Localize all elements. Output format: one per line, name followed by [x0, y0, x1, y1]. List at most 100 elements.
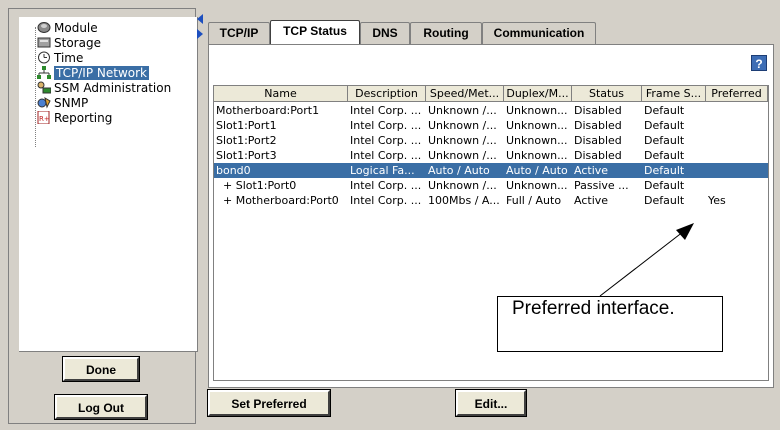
table-cell: [708, 103, 768, 118]
table-cell: Auto / Auto: [506, 164, 568, 177]
column-header-preferred[interactable]: Preferred: [706, 86, 768, 102]
table-cell: Active: [574, 194, 609, 207]
table-cell: Intel Corp. ...: [350, 194, 422, 207]
table-cell: Unknown /...: [428, 149, 497, 162]
tree-item-label: SSM Administration: [54, 81, 172, 95]
logout-button[interactable]: Log Out: [55, 395, 147, 419]
table-cell: Unknown...: [506, 104, 568, 117]
tree-item-tcpip-network[interactable]: TCP/IP Network: [37, 66, 149, 81]
column-header-duplex[interactable]: Duplex/M...: [504, 86, 572, 102]
table-cell: [708, 178, 768, 193]
table-cell: Unknown...: [506, 119, 568, 132]
table-cell: [708, 118, 768, 133]
table-cell: bond0: [216, 164, 251, 177]
table-row[interactable]: Slot1:Port1 Intel Corp. ... Unknown /... Un…: [214, 118, 768, 133]
callout-box: Preferred interface.: [497, 296, 723, 352]
table-cell: + Motherboard:Port0: [216, 194, 339, 207]
tree-item-time[interactable]: Time: [37, 51, 83, 66]
table-cell: Unknown /...: [428, 134, 497, 147]
tree-item-label: Module: [54, 21, 98, 35]
tab-communication[interactable]: Communication: [482, 22, 596, 44]
table-cell: Disabled: [574, 104, 622, 117]
navigation-tree: Module Storage Time TCP/IP Network SSM A…: [19, 17, 198, 352]
table-cell: Logical Fa...: [350, 164, 415, 177]
table-cell: Unknown...: [506, 134, 568, 147]
tab-tcp-status[interactable]: TCP Status: [270, 20, 360, 44]
storage-icon: [37, 37, 51, 48]
table-cell: Intel Corp. ...: [350, 104, 422, 117]
table-row[interactable]: + Motherboard:Port0 Intel Corp. ... 100Mbs…: [214, 193, 768, 208]
table-cell: Intel Corp. ...: [350, 149, 422, 162]
tree-item-label: Time: [54, 51, 84, 65]
tree-item-module[interactable]: Module: [37, 21, 98, 36]
table-row[interactable]: bond0 Logical Fa... Auto / Auto Auto / Auto…: [214, 163, 768, 178]
table-cell: Default: [644, 164, 685, 177]
callout-arrow: [599, 223, 694, 297]
table-cell: [708, 163, 768, 178]
table-cell: Intel Corp. ...: [350, 119, 422, 132]
navigation-panel: Module Storage Time TCP/IP Network SSM A…: [8, 8, 198, 424]
table-cell: [708, 133, 768, 148]
table-cell: Auto / Auto: [428, 164, 490, 177]
column-header-speed[interactable]: Speed/Met...: [426, 86, 504, 102]
table-cell: Default: [644, 179, 685, 192]
table-cell: Unknown...: [506, 179, 568, 192]
table-cell: Unknown...: [506, 149, 568, 162]
table-cell: Intel Corp. ...: [350, 134, 422, 147]
table-cell: Unknown /...: [428, 119, 497, 132]
table-cell: Default: [644, 134, 685, 147]
table-cell: Unknown /...: [428, 179, 497, 192]
table-header: Name Description Speed/Met... Duplex/M..…: [214, 86, 770, 102]
table-cell: Full / Auto: [506, 194, 562, 207]
set-preferred-button[interactable]: Set Preferred: [208, 390, 330, 416]
main-panel: TCP/IP TCP Status DNS Routing Communicat…: [204, 8, 776, 424]
edit-button[interactable]: Edit...: [456, 390, 526, 416]
help-icon[interactable]: ?: [751, 55, 767, 71]
report-icon: R+: [37, 111, 50, 124]
tab-tcpip[interactable]: TCP/IP: [208, 22, 270, 44]
done-button[interactable]: Done: [63, 357, 139, 381]
tree-item-storage[interactable]: Storage: [37, 36, 101, 51]
column-header-status[interactable]: Status: [572, 86, 642, 102]
svg-text:R+: R+: [39, 115, 50, 123]
network-icon: [37, 66, 51, 79]
tab-routing[interactable]: Routing: [410, 22, 482, 44]
table-cell: Default: [644, 194, 685, 207]
tree-item-label: SNMP: [54, 96, 89, 110]
table-cell: Disabled: [574, 149, 622, 162]
splitter-arrows-icon[interactable]: [196, 12, 204, 42]
table-cell: Default: [644, 149, 685, 162]
table-cell: Slot1:Port1: [216, 119, 277, 132]
table-cell: Unknown /...: [428, 104, 497, 117]
table-cell: Slot1:Port2: [216, 134, 277, 147]
column-header-frame-size[interactable]: Frame S...: [642, 86, 706, 102]
table-cell: Default: [644, 119, 685, 132]
table-row[interactable]: Motherboard:Port1 Intel Corp. ... Unknown …: [214, 103, 768, 118]
clock-icon: [38, 51, 50, 64]
tree-item-snmp[interactable]: SNMP: [37, 96, 88, 111]
module-icon: [37, 22, 51, 33]
table-row[interactable]: Slot1:Port3 Intel Corp. ... Unknown /... Un…: [214, 148, 768, 163]
snmp-icon: [37, 96, 51, 109]
tab-dns[interactable]: DNS: [360, 22, 410, 44]
table-cell: Intel Corp. ...: [350, 179, 422, 192]
table-row[interactable]: Slot1:Port2 Intel Corp. ... Unknown /... Un…: [214, 133, 768, 148]
tree-item-ssm-administration[interactable]: SSM Administration: [37, 81, 171, 96]
table-cell: 100Mbs / A...: [428, 194, 500, 207]
table-cell: + Slot1:Port0: [216, 179, 297, 192]
column-header-name[interactable]: Name: [214, 86, 348, 102]
tree-item-reporting[interactable]: R+ Reporting: [37, 111, 112, 126]
tree-connector: [35, 27, 36, 147]
table-cell: Disabled: [574, 119, 622, 132]
table-cell: Slot1:Port3: [216, 149, 277, 162]
column-header-description[interactable]: Description: [348, 86, 426, 102]
admin-icon: [37, 81, 51, 94]
table-cell: Yes: [708, 194, 726, 207]
table-cell: Default: [644, 104, 685, 117]
tree-item-label: Reporting: [54, 111, 113, 125]
tree-item-label: TCP/IP Network: [54, 66, 149, 80]
table-row[interactable]: + Slot1:Port0 Intel Corp. ... Unknown /...…: [214, 178, 768, 193]
table-cell: Disabled: [574, 134, 622, 147]
callout-text: Preferred interface.: [512, 298, 675, 319]
table-cell: Passive ...: [574, 179, 629, 192]
